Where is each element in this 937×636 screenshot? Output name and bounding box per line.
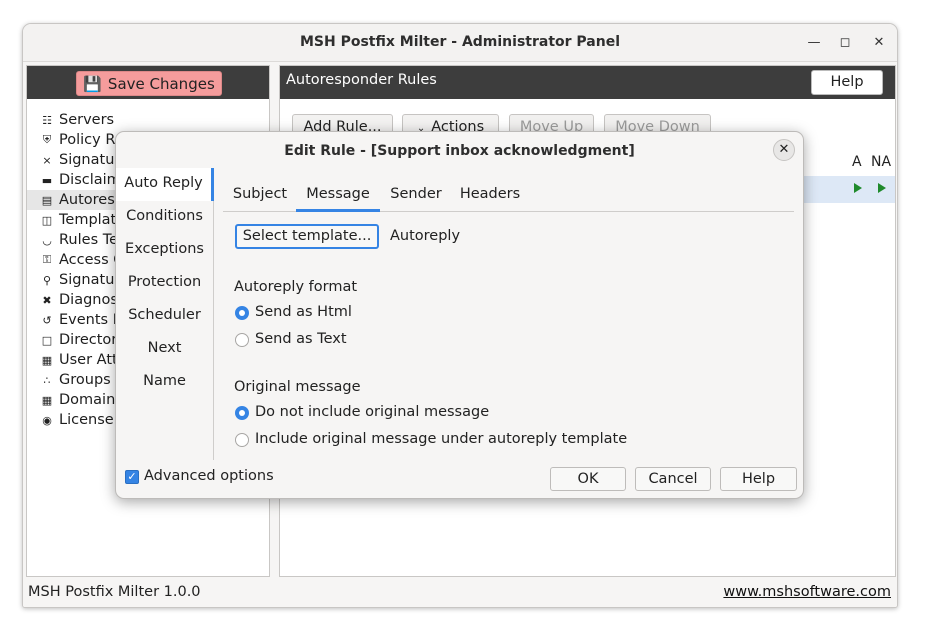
edit-rule-dialog: Edit Rule - [Support inbox acknowledgmen… <box>115 131 804 499</box>
award-icon: ◉ <box>42 413 52 427</box>
cancel-button[interactable]: Cancel <box>635 467 711 491</box>
dialog-top-tabs: Subject Message Sender Headers <box>223 174 794 212</box>
close-icon[interactable]: ✕ <box>868 32 890 54</box>
id-card-icon: ▦ <box>41 353 53 367</box>
history-icon: ↺ <box>42 313 52 327</box>
navigation-header: 💾 Save Changes <box>27 66 269 99</box>
tab-next[interactable]: Next <box>116 333 213 366</box>
exclude-original-radio[interactable] <box>235 406 249 420</box>
dialog-help-button[interactable]: Help <box>720 467 797 491</box>
tools-icon: ✖ <box>42 293 52 307</box>
original-message-label: Original message <box>234 379 361 395</box>
nav-label: Events H <box>59 312 124 328</box>
page-title: Autoresponder Rules <box>286 72 437 88</box>
save-changes-label: Save Changes <box>107 74 215 93</box>
status-bar: MSH Postfix Milter 1.0.0 www.mshsoftware… <box>23 579 897 607</box>
website-link[interactable]: www.mshsoftware.com <box>723 584 891 600</box>
autoreply-format-label: Autoreply format <box>234 279 358 295</box>
send-as-text-label[interactable]: Send as Text <box>255 331 347 347</box>
dialog-side-tabs: Auto Reply Conditions Exceptions Protect… <box>116 168 214 460</box>
include-original-label[interactable]: Include original message under autoreply… <box>255 431 627 447</box>
shield-icon: ⛨ <box>42 133 52 146</box>
template-name: Autoreply <box>390 228 461 244</box>
nav-label: Disclaim <box>59 172 121 188</box>
nav-label: Domains <box>59 392 123 408</box>
content-header: Autoresponder Rules Help <box>280 66 895 99</box>
tab-sender[interactable]: Sender <box>385 174 447 212</box>
sitemap-icon: ☷ <box>42 113 52 127</box>
tab-auto-reply[interactable]: Auto Reply <box>116 168 214 201</box>
column-header-a[interactable]: A <box>852 154 862 170</box>
title-bar: MSH Postfix Milter - Administrator Panel… <box>23 24 897 62</box>
group-icon: ∴ <box>43 373 51 387</box>
tab-headers[interactable]: Headers <box>452 174 528 212</box>
location-icon: ⚲ <box>42 273 52 287</box>
exclude-original-label[interactable]: Do not include original message <box>255 404 489 420</box>
tab-scheduler[interactable]: Scheduler <box>116 300 213 333</box>
dialog-title: Edit Rule - [Support inbox acknowledgmen… <box>284 143 635 159</box>
help-button[interactable]: Help <box>811 70 883 95</box>
key-icon: ⚿ <box>42 253 52 266</box>
monitor-icon: ▬ <box>41 173 53 187</box>
nav-label: Groups <box>59 372 111 388</box>
template-icon: ◫ <box>41 213 53 227</box>
version-label: MSH Postfix Milter 1.0.0 <box>28 584 201 600</box>
nav-label: Diagnost <box>59 292 124 308</box>
select-template-button[interactable]: Select template... <box>235 224 379 249</box>
tab-message[interactable]: Message <box>296 174 380 212</box>
folder-icon: □ <box>41 333 53 347</box>
tab-name[interactable]: Name <box>116 366 213 399</box>
nav-label: License - <box>59 412 124 428</box>
floppy-icon: 💾 <box>83 74 102 93</box>
include-original-radio[interactable] <box>235 433 249 447</box>
nav-label: Access C <box>59 252 124 268</box>
column-header-na[interactable]: NA <box>871 154 891 170</box>
enabled-arrow-icon <box>878 183 886 193</box>
enabled-arrow-icon <box>854 183 862 193</box>
send-as-text-radio[interactable] <box>235 333 249 347</box>
tab-subject[interactable]: Subject <box>229 174 291 212</box>
maximize-icon[interactable]: ◻ <box>834 32 856 54</box>
dialog-close-icon[interactable]: ✕ <box>773 139 795 161</box>
nav-label: Servers <box>59 112 115 128</box>
send-as-html-label[interactable]: Send as Html <box>255 304 352 320</box>
advanced-options-label[interactable]: Advanced options <box>144 468 274 484</box>
tab-exceptions[interactable]: Exceptions <box>116 234 213 267</box>
window-title: MSH Postfix Milter - Administrator Panel <box>299 34 621 50</box>
flask-icon: ◡ <box>42 233 52 247</box>
advanced-options-checkbox[interactable]: ✓ <box>125 470 139 484</box>
send-as-html-radio[interactable] <box>235 306 249 320</box>
tab-protection[interactable]: Protection <box>116 267 213 300</box>
nav-label: Rules Te <box>59 232 119 248</box>
signature-icon: × <box>42 153 52 167</box>
minimize-icon[interactable]: — <box>803 32 825 54</box>
nav-label: User Attr <box>59 352 124 368</box>
building-icon: ▦ <box>41 393 53 407</box>
tab-conditions[interactable]: Conditions <box>116 201 213 234</box>
save-changes-button[interactable]: 💾 Save Changes <box>76 71 222 96</box>
ok-button[interactable]: OK <box>550 467 626 491</box>
nav-item-servers[interactable]: ☷ Servers <box>27 110 269 130</box>
message-icon: ▤ <box>41 193 53 207</box>
